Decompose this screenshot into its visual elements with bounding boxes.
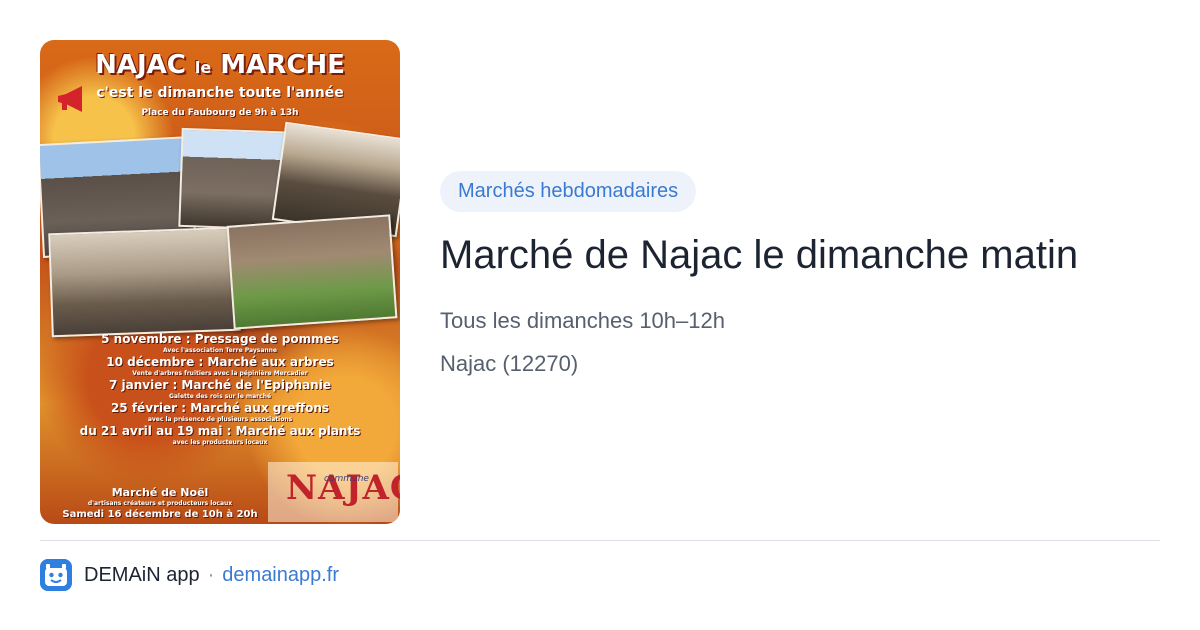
footer: DEMAiN app · demainapp.fr — [40, 557, 339, 593]
event-sub: avec la présence de plusieurs associatio… — [147, 416, 293, 423]
category-badge[interactable]: Marchés hebdomadaires — [440, 171, 697, 212]
app-name: DEMAiN app — [84, 563, 200, 586]
event-schedule: Tous les dimanches 10h–12h — [440, 308, 725, 333]
poster-title: NAJAC le MARCHE — [95, 50, 345, 80]
poster-events: 5 novembre : Pressage de pommes Avec l'a… — [40, 332, 400, 447]
noel-date: Samedi 16 décembre de 10h à 20h — [62, 509, 258, 520]
noel-title: Marché de Noël — [111, 486, 209, 499]
separator: · — [207, 563, 215, 586]
event-title[interactable]: Marché de Najac le dimanche matin — [440, 227, 1180, 283]
event-line: 25 février : Marché aux greffons — [110, 401, 330, 415]
demain-app-logo-icon — [40, 559, 72, 591]
share-card: NAJAC le MARCHE c'est le dimanche toute … — [0, 0, 1200, 630]
domain-link[interactable]: demainapp.fr — [222, 564, 339, 587]
noel-sub: d'artisans créateurs et producteurs loca… — [87, 500, 233, 507]
market-photo — [48, 226, 241, 338]
poster-subtitle: c'est le dimanche toute l'année — [96, 85, 344, 101]
event-line: 10 décembre : Marché aux arbres — [106, 355, 334, 369]
event-line: 7 janvier : Marché de l'Epiphanie — [109, 378, 331, 392]
poster-noel: Marché de Noël d'artisans créateurs et p… — [50, 486, 270, 522]
event-line: du 21 avril au 19 mai : Marché aux plant… — [79, 424, 361, 438]
commune-label: commune — [324, 474, 369, 484]
event-sub: Galette des rois sur le marché — [168, 393, 272, 400]
poster-place: Place du Faubourg de 9h à 13h — [141, 108, 299, 118]
event-sub: Vente d'arbres fruitiers avec la pépiniè… — [132, 370, 308, 377]
event-image[interactable]: NAJAC le MARCHE c'est le dimanche toute … — [40, 40, 400, 524]
market-photo — [226, 214, 398, 330]
event-line: 5 novembre : Pressage de pommes — [101, 332, 339, 346]
divider — [40, 540, 1160, 541]
commune-logo: NAJAC commune — [268, 462, 400, 522]
event-location: Najac (12270) — [440, 351, 579, 376]
event-sub: avec les producteurs locaux — [172, 439, 268, 446]
event-sub: Avec l'association Terre Paysanne — [162, 347, 278, 354]
